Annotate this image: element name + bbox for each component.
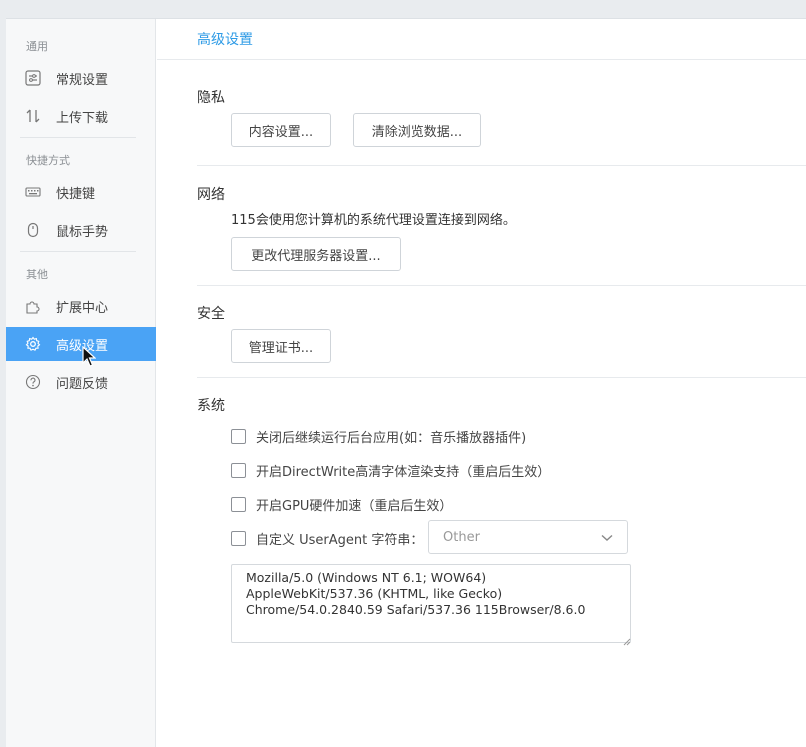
puzzle-icon: [24, 297, 42, 315]
sidebar-item-feedback[interactable]: 问题反馈: [6, 365, 156, 399]
useragent-select-value: Other: [443, 529, 480, 545]
sidebar-divider: [20, 251, 136, 252]
resize-grip-icon[interactable]: [623, 635, 805, 747]
keyboard-icon: [24, 183, 42, 201]
custom-useragent-option[interactable]: 自定义 UserAgent 字符串：: [231, 529, 423, 548]
section-divider: [197, 377, 806, 378]
settings-window: 通用 常规设置 上传下载 快捷方式 快捷键 鼠标手势 其他 扩展中心 高级设置 …: [6, 18, 806, 747]
security-section-title: 安全: [197, 306, 225, 322]
sidebar-item-transfer[interactable]: 上传下载: [6, 99, 156, 133]
gear-icon: [24, 335, 42, 353]
clear-browsing-data-button[interactable]: 清除浏览数据...: [353, 113, 481, 147]
network-section-title: 网络: [197, 187, 225, 203]
page-title: 高级设置: [157, 19, 806, 60]
sidebar-group-general: 通用: [26, 40, 48, 53]
gpu-acceleration-checkbox[interactable]: [231, 497, 246, 512]
system-section-title: 系统: [197, 398, 225, 414]
main-panel: 高级设置 隐私 内容设置... 清除浏览数据... 网络 115会使用您计算机的…: [157, 19, 806, 747]
directwrite-option[interactable]: 开启DirectWrite高清字体渲染支持（重启后生效）: [231, 461, 550, 480]
sidebar-divider: [20, 137, 136, 138]
privacy-section-title: 隐私: [197, 90, 225, 106]
section-divider: [197, 165, 806, 166]
background-apps-checkbox[interactable]: [231, 429, 246, 444]
sidebar-item-label: 问题反馈: [56, 376, 109, 392]
sidebar-item-label: 快捷键: [56, 186, 96, 202]
option-label: 开启DirectWrite高清字体渲染支持（重启后生效）: [256, 465, 551, 480]
option-label: 自定义 UserAgent 字符串：: [256, 533, 424, 548]
sidebar: 通用 常规设置 上传下载 快捷方式 快捷键 鼠标手势 其他 扩展中心 高级设置 …: [6, 19, 156, 747]
sidebar-item-extensions[interactable]: 扩展中心: [6, 289, 156, 323]
manage-certificates-button[interactable]: 管理证书...: [231, 329, 331, 363]
option-label: 关闭后继续运行后台应用(如：音乐播放器插件): [256, 431, 527, 446]
sidebar-item-label: 鼠标手势: [56, 224, 109, 240]
mouse-cursor-icon: [82, 345, 97, 372]
directwrite-checkbox[interactable]: [231, 463, 246, 478]
sidebar-group-other: 其他: [26, 268, 48, 281]
sidebar-item-general[interactable]: 常规设置: [6, 61, 156, 95]
useragent-select[interactable]: Other: [428, 520, 628, 554]
sidebar-item-label: 扩展中心: [56, 300, 109, 316]
sidebar-item-advanced[interactable]: 高级设置: [6, 327, 156, 361]
sliders-icon: [24, 69, 42, 87]
section-divider: [197, 285, 806, 286]
sidebar-item-label: 上传下载: [56, 110, 109, 126]
network-description: 115会使用您计算机的系统代理设置连接到网络。: [231, 213, 516, 228]
sidebar-item-hotkeys[interactable]: 快捷键: [6, 175, 156, 209]
sidebar-item-label: 常规设置: [56, 72, 109, 88]
useragent-textarea[interactable]: Mozilla/5.0 (Windows NT 6.1; WOW64) Appl…: [231, 564, 631, 643]
mouse-icon: [24, 221, 42, 239]
help-icon: [24, 373, 42, 391]
transfer-icon: [24, 107, 42, 125]
chevron-down-icon: [601, 532, 613, 547]
option-label: 开启GPU硬件加速（重启后生效）: [256, 499, 453, 514]
content-settings-button[interactable]: 内容设置...: [231, 113, 331, 147]
proxy-settings-button[interactable]: 更改代理服务器设置...: [231, 237, 401, 271]
custom-useragent-checkbox[interactable]: [231, 531, 246, 546]
sidebar-item-mouse-gestures[interactable]: 鼠标手势: [6, 213, 156, 247]
background-apps-option[interactable]: 关闭后继续运行后台应用(如：音乐播放器插件): [231, 427, 526, 446]
sidebar-group-shortcuts: 快捷方式: [26, 154, 70, 167]
gpu-acceleration-option[interactable]: 开启GPU硬件加速（重启后生效）: [231, 495, 452, 514]
